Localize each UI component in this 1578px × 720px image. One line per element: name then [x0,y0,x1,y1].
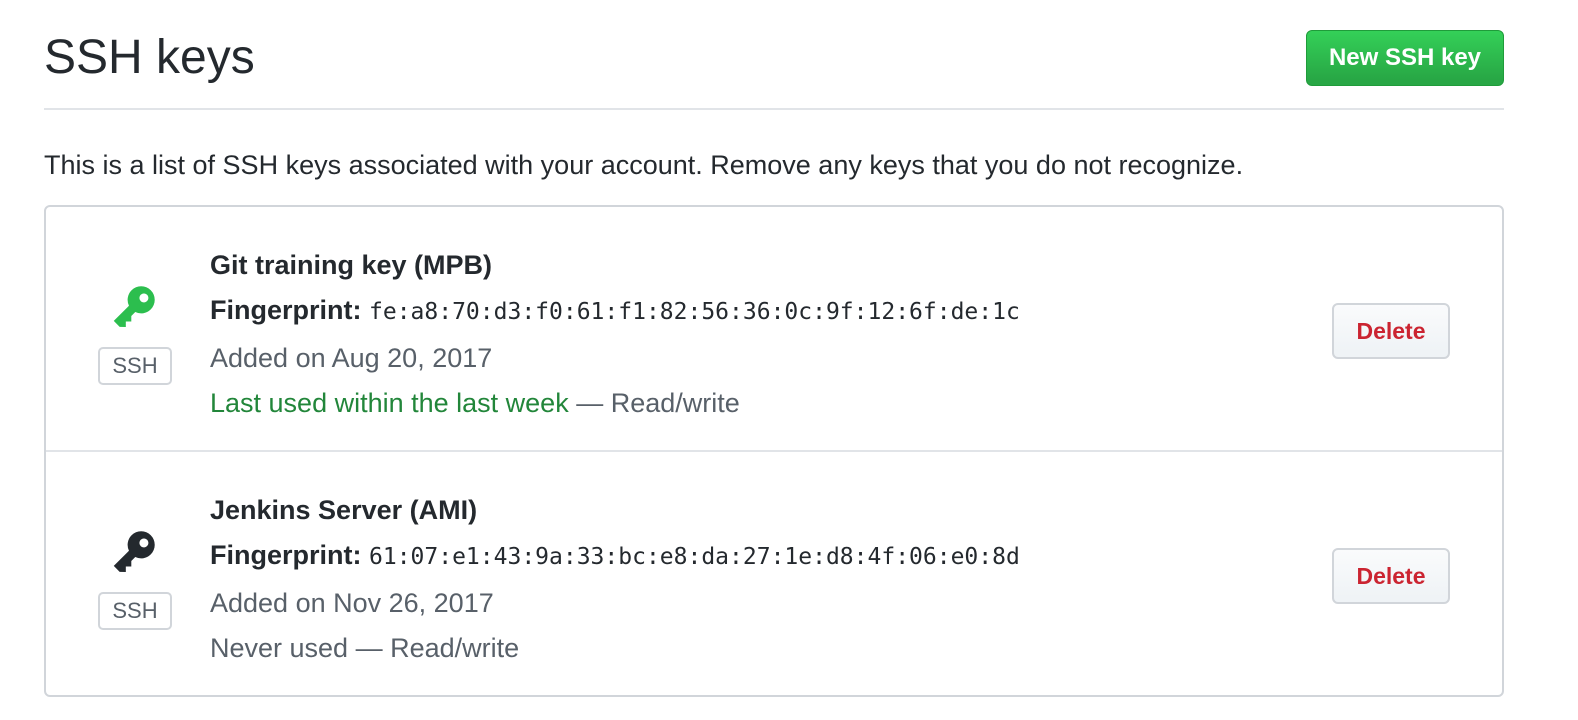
delete-key-button[interactable]: Delete [1332,548,1450,604]
fingerprint-line: Fingerprint: fe:a8:70:d3:f0:61:f1:82:56:… [210,287,1020,335]
key-title: Jenkins Server (AMI) [210,495,478,525]
fingerprint-label: Fingerprint: [210,540,362,570]
access-level: — Read/write [568,388,740,418]
page-header: SSH keys New SSH key [44,0,1504,110]
fingerprint-value: fe:a8:70:d3:f0:61:f1:82:56:36:0c:9f:12:6… [369,299,1020,325]
fingerprint-label: Fingerprint: [210,295,362,325]
ssh-type-badge: SSH [98,592,172,630]
usage-line: Last used within the last week — Read/wr… [210,381,1020,425]
key-details: Jenkins Server (AMI) Fingerprint: 61:07:… [210,488,1020,670]
ssh-key-list: SSH Git training key (MPB) Fingerprint: … [44,205,1504,697]
usage-status: Last used within the last week [210,388,569,418]
fingerprint-line: Fingerprint: 61:07:e1:43:9a:33:bc:e8:da:… [210,532,1020,580]
key-icon [113,286,155,327]
added-date: Added on Nov 26, 2017 [210,588,494,618]
usage-line: Never used — Read/write [210,626,1020,670]
page-description: This is a list of SSH keys associated wi… [44,150,1244,180]
key-details: Git training key (MPB) Fingerprint: fe:a… [210,243,1020,425]
usage-status: Never used [210,633,349,663]
new-ssh-key-button[interactable]: New SSH key [1306,30,1504,86]
ssh-key-row: SSH Jenkins Server (AMI) Fingerprint: 61… [46,452,1502,697]
page-title: SSH keys [44,31,255,84]
ssh-key-row: SSH Git training key (MPB) Fingerprint: … [46,207,1502,452]
delete-key-button[interactable]: Delete [1332,303,1450,359]
fingerprint-value: 61:07:e1:43:9a:33:bc:e8:da:27:1e:d8:4f:0… [369,544,1020,570]
key-icon [113,531,155,572]
key-title: Git training key (MPB) [210,250,493,280]
ssh-type-badge: SSH [98,347,172,385]
access-level: — Read/write [348,633,520,663]
added-date: Added on Aug 20, 2017 [210,343,493,373]
